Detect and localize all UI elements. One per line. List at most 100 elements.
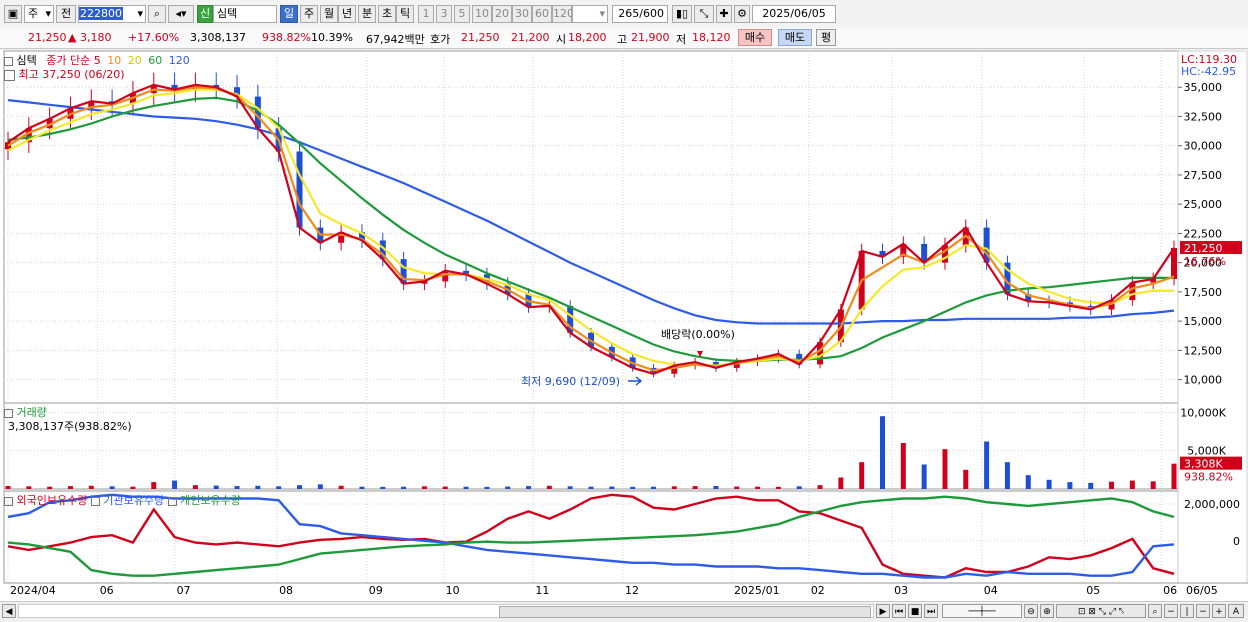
date-input[interactable]: 2025/06/05 bbox=[752, 5, 836, 23]
font-size-icon[interactable]: A bbox=[1228, 604, 1244, 618]
stock-name-field[interactable]: 심텍 bbox=[213, 5, 277, 23]
minus-icon[interactable]: − bbox=[1164, 604, 1178, 618]
search-icon[interactable]: ⌕ bbox=[148, 5, 166, 23]
custom-interval-select[interactable]: ▾ bbox=[572, 5, 608, 23]
prev-button[interactable]: 전 bbox=[56, 5, 76, 23]
interval-30[interactable]: 30 bbox=[512, 5, 532, 23]
interval-5[interactable]: 5 bbox=[454, 5, 470, 23]
search-icon[interactable]: ⌕ bbox=[1148, 604, 1162, 618]
panel-icon[interactable]: ▣ bbox=[4, 5, 22, 23]
tab-second[interactable]: 초 bbox=[378, 5, 396, 23]
volume-bar bbox=[505, 486, 511, 489]
quote-bar: 21,250 ▲ 3,180 +17.60% 3,308,137 938.82%… bbox=[0, 28, 1248, 49]
scroll-left-icon[interactable]: ◀ bbox=[2, 604, 16, 618]
scroll-bar[interactable]: ◀ ▶ ⏮ ■ ⏭ ──┼── ⊖ ⊕ ⊡ ⊠ ⤡ ⤢ ⤣ ⌕ − | − + … bbox=[0, 601, 1248, 622]
open-price: 18,200 bbox=[568, 31, 607, 44]
zoom-out-icon[interactable]: ⊖ bbox=[1024, 604, 1038, 618]
scroll-track[interactable] bbox=[18, 604, 874, 618]
volume-bar bbox=[1004, 462, 1010, 489]
volume-bar bbox=[942, 449, 948, 489]
tab-week[interactable]: 주 bbox=[300, 5, 318, 23]
hoga-label: 호가 bbox=[430, 33, 451, 46]
zoom-in-icon[interactable]: ⊕ bbox=[1040, 604, 1054, 618]
count-field[interactable]: 265/600 bbox=[612, 5, 668, 23]
high-annotation: 최고 37,250 (06/20) bbox=[18, 68, 125, 81]
x-tick-label: 2025/01 bbox=[734, 584, 780, 597]
volume-bar bbox=[317, 484, 323, 489]
interval-60[interactable]: 60 bbox=[532, 5, 552, 23]
chart-type-icon[interactable]: ⤡ bbox=[694, 5, 714, 23]
tab-tick[interactable]: 틱 bbox=[396, 5, 414, 23]
last-icon[interactable]: ⏭ bbox=[924, 604, 938, 618]
first-icon[interactable]: ⏮ bbox=[892, 604, 906, 618]
chart-svg[interactable]: 2024/04 06 07 08 09 10 11 12 2025/01 02 03 04 05 06 06… bbox=[0, 50, 1248, 601]
speaker-icon[interactable]: ◂▾ bbox=[168, 5, 194, 23]
period-select[interactable]: 주 ▾ bbox=[24, 5, 54, 23]
foreign-legend: 외국인보유수량 bbox=[16, 494, 88, 507]
scroll-thumb[interactable] bbox=[499, 606, 871, 618]
chart-area[interactable]: 2024/04 06 07 08 09 10 11 12 2025/01 02 03 04 05 06 06… bbox=[0, 50, 1248, 601]
stop-icon[interactable]: ■ bbox=[908, 604, 922, 618]
x-tick-label: 11 bbox=[535, 584, 549, 597]
volume-bar bbox=[630, 486, 636, 489]
panel-icon[interactable] bbox=[90, 496, 100, 506]
panel-icon[interactable] bbox=[4, 408, 13, 418]
volume-bar bbox=[859, 462, 865, 489]
panel-icon[interactable] bbox=[4, 56, 13, 66]
trade-amount: 67,942백만 bbox=[366, 33, 425, 46]
interval-1[interactable]: 1 bbox=[418, 5, 434, 23]
zoom-slider[interactable]: ──┼── bbox=[942, 604, 1022, 618]
eval-button[interactable]: 평 bbox=[816, 29, 836, 46]
holdings-line-indiv bbox=[7, 495, 1175, 577]
volume-bar bbox=[67, 486, 73, 489]
candle-icon[interactable]: ▮▯ bbox=[672, 5, 692, 23]
buy-button[interactable]: 매수 bbox=[738, 29, 772, 46]
gear-icon[interactable]: ⚙ bbox=[734, 5, 750, 23]
minus-icon[interactable]: − bbox=[1196, 604, 1210, 618]
x-tick-label: 10 bbox=[446, 584, 460, 597]
interval-20[interactable]: 20 bbox=[492, 5, 512, 23]
volume-bar bbox=[588, 486, 594, 489]
drawing-tools[interactable]: ⊡ ⊠ ⤡ ⤢ ⤣ bbox=[1056, 604, 1146, 618]
tab-minute[interactable]: 분 bbox=[358, 5, 376, 23]
x-tick-label: 05 bbox=[1086, 584, 1100, 597]
tab-month[interactable]: 월 bbox=[320, 5, 338, 23]
volume-bar bbox=[255, 485, 261, 489]
volume-bar bbox=[734, 486, 740, 489]
volume-bar bbox=[984, 441, 990, 489]
volume-bar bbox=[838, 477, 844, 489]
volume-bar bbox=[650, 486, 656, 489]
interval-3[interactable]: 3 bbox=[436, 5, 452, 23]
volume-bar bbox=[567, 486, 573, 489]
change-percent: +17.60% bbox=[128, 31, 180, 44]
last-pct-label: 16.76% bbox=[1184, 255, 1226, 268]
volume-bar bbox=[963, 469, 969, 489]
plus-icon[interactable]: + bbox=[1212, 604, 1226, 618]
volume-bar bbox=[401, 486, 407, 489]
volume-bar bbox=[817, 485, 823, 489]
last-price-label: 21,250 bbox=[1184, 242, 1223, 255]
panel-icon[interactable] bbox=[167, 496, 177, 506]
volume-bar bbox=[192, 485, 198, 489]
price-y-tick-label: 22,500 bbox=[1184, 227, 1223, 240]
indiv-legend: 개인보유수량 bbox=[180, 494, 241, 507]
pipe-icon[interactable]: | bbox=[1180, 604, 1194, 618]
volume-bar bbox=[1067, 482, 1073, 489]
grid-icon[interactable] bbox=[4, 69, 15, 81]
code-input[interactable]: 222800 ▾ bbox=[78, 5, 146, 23]
interval-10[interactable]: 10 bbox=[472, 5, 492, 23]
volume-bar bbox=[775, 486, 781, 489]
sell-button[interactable]: 매도 bbox=[778, 29, 812, 46]
interval-120[interactable]: 120 bbox=[552, 5, 574, 23]
tab-day[interactable]: 일 bbox=[280, 5, 298, 23]
tab-year[interactable]: 년 bbox=[338, 5, 356, 23]
price-change: ▲ 3,180 bbox=[68, 31, 112, 44]
scroll-right-icon[interactable]: ▶ bbox=[876, 604, 890, 618]
volume-bar bbox=[234, 486, 240, 489]
chevron-down-icon: ▾ bbox=[45, 7, 51, 20]
volume-bar bbox=[796, 486, 802, 489]
volume-bar bbox=[609, 486, 615, 489]
volume-bar bbox=[109, 486, 115, 489]
cross-icon[interactable]: ✚ bbox=[716, 5, 732, 23]
panel-icon[interactable] bbox=[4, 496, 13, 506]
